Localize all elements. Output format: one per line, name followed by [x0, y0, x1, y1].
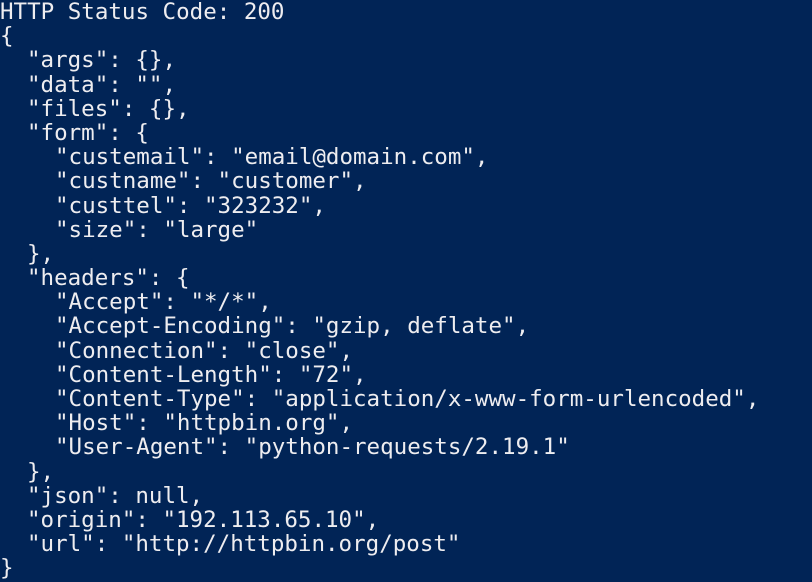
json-close-brace: }: [0, 555, 14, 582]
json-line-headers-close: },: [27, 458, 55, 485]
json-line-custname: "custname": "customer",: [55, 168, 367, 195]
json-line-form-open: "form": {: [27, 119, 149, 146]
json-line-content-length: "Content-Length": "72",: [55, 361, 367, 388]
json-line-form-close: },: [27, 240, 55, 267]
json-line-url: "url": "http://httpbin.org/post": [27, 531, 461, 558]
json-line-data: "data": "",: [27, 71, 177, 98]
json-response-body: { "args": {}, "data": "", "files": {}, "…: [0, 23, 812, 582]
json-line-user-agent: "User-Agent": "python-requests/2.19.1": [55, 434, 570, 461]
status-line: HTTP Status Code: 200: [0, 0, 285, 25]
json-line-custtel: "custtel": "323232",: [55, 192, 326, 219]
json-line-json: "json": null,: [27, 482, 204, 509]
json-line-headers-open: "headers": {: [27, 265, 190, 292]
json-line-connection: "Connection": "close",: [55, 337, 354, 364]
terminal-output: HTTP Status Code: 200 { "args": {}, "dat…: [0, 0, 812, 582]
json-line-custemail: "custemail": "email@domain.com",: [55, 144, 489, 171]
json-line-args: "args": {},: [27, 47, 177, 74]
json-line-origin: "origin": "192.113.65.10",: [27, 506, 380, 533]
json-line-content-type: "Content-Type": "application/x-www-form-…: [55, 386, 760, 412]
json-line-accept: "Accept": "*/*",: [55, 289, 272, 316]
json-line-files: "files": {},: [27, 95, 190, 122]
json-line-size: "size": "large": [55, 216, 259, 243]
json-line-host: "Host": "httpbin.org",: [55, 410, 354, 437]
json-open-brace: {: [0, 23, 14, 50]
json-line-accept-encoding: "Accept-Encoding": "gzip, deflate",: [55, 313, 530, 340]
